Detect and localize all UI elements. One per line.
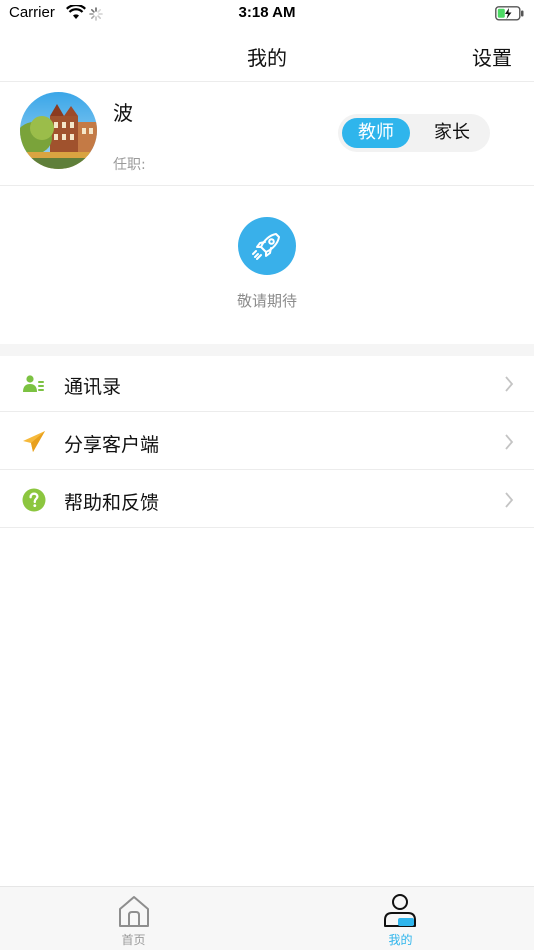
paper-plane-icon: [22, 430, 46, 454]
menu-item-label: 通讯录: [64, 376, 122, 398]
chevron-right-icon: [504, 492, 514, 508]
page-title: 我的: [247, 46, 287, 70]
navigation-bar: 我的 设置: [0, 28, 534, 82]
menu-item-label: 帮助和反馈: [64, 492, 160, 514]
tab-mine[interactable]: 我的: [267, 887, 534, 950]
rocket-icon: [238, 217, 296, 275]
coming-soon-section: 敬请期待: [0, 186, 534, 344]
settings-button[interactable]: 设置: [472, 42, 512, 71]
profile-card: 波 任职: 教师 家长: [0, 83, 534, 186]
section-divider: [0, 344, 534, 356]
menu-item-help-feedback[interactable]: 帮助和反馈: [0, 472, 534, 528]
carrier-label: Carrier: [9, 4, 55, 21]
battery-charging-icon: [495, 6, 525, 25]
tab-label: 首页: [121, 933, 146, 947]
status-bar: Carrier 3:18 AM: [0, 0, 534, 28]
menu-item-share-client[interactable]: 分享客户端: [0, 414, 534, 470]
chevron-right-icon: [504, 434, 514, 450]
menu-item-contacts[interactable]: 通讯录: [0, 356, 534, 412]
role-teacher-toggle[interactable]: 教师: [342, 118, 410, 148]
position-label: 任职:: [113, 157, 146, 173]
role-switch: 教师 家长: [338, 114, 490, 152]
user-name: 波: [113, 101, 133, 125]
tab-bar: 首页 我的: [0, 886, 534, 950]
tab-label: 我的: [388, 933, 413, 947]
tab-home[interactable]: 首页: [0, 887, 267, 950]
home-icon: [116, 893, 152, 929]
coming-soon-label: 敬请期待: [236, 292, 297, 310]
contacts-icon: [22, 372, 46, 396]
activity-spinner-icon: [89, 6, 103, 25]
avatar[interactable]: [20, 92, 97, 169]
wifi-icon: [66, 3, 86, 24]
menu-item-label: 分享客户端: [64, 434, 160, 456]
chevron-right-icon: [504, 376, 514, 392]
role-parent-toggle[interactable]: 家长: [418, 118, 486, 148]
help-icon: [22, 488, 46, 512]
profile-icon: [383, 893, 419, 929]
